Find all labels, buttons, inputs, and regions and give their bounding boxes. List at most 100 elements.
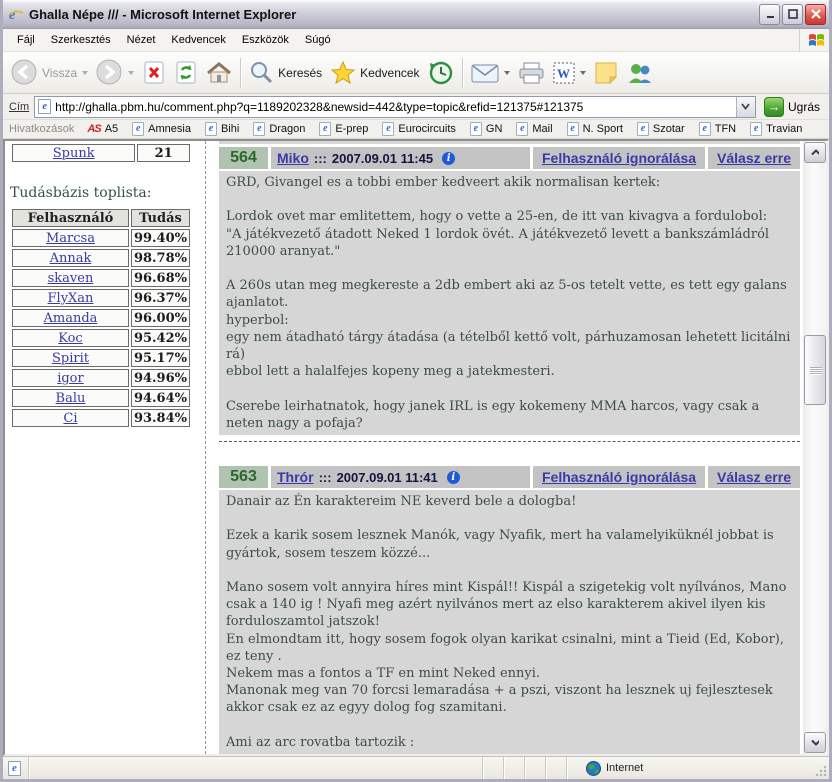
resize-grip[interactable] [814, 764, 828, 778]
back-button[interactable]: Vissza [7, 57, 92, 88]
toplist-table: Felhasználó Tudás Marcsa 99.40% Annak 98… [10, 207, 192, 429]
table-header-row: Felhasználó Tudás [12, 209, 190, 227]
user-link[interactable]: Spirit [52, 351, 89, 366]
info-icon[interactable]: i [442, 152, 455, 165]
link-label: A5 [105, 123, 118, 135]
table-row: FlyXan 96.37% [12, 289, 190, 307]
forward-icon [96, 59, 123, 86]
link-favicon-icon: e [382, 122, 394, 136]
favorites-button[interactable]: Kedvencek [326, 58, 423, 87]
link-label: Bihi [221, 123, 239, 135]
user-link[interactable]: Annak [50, 251, 92, 266]
close-button[interactable] [805, 4, 826, 25]
scroll-up-button[interactable] [804, 142, 826, 163]
mail-button[interactable] [467, 60, 514, 86]
menu-item[interactable]: Eszközök [234, 31, 297, 49]
address-url[interactable]: http://ghalla.pbm.hu/comment.php?q=11892… [51, 100, 736, 114]
link-favicon-icon: e [699, 122, 711, 136]
search-icon [249, 60, 274, 85]
links-bar-item[interactable]: e Szotar [637, 122, 685, 136]
home-button[interactable] [202, 59, 236, 87]
discuss-button[interactable] [590, 59, 622, 87]
address-input[interactable]: e http://ghalla.pbm.hu/comment.php?q=118… [34, 96, 756, 118]
links-bar-item[interactable]: e Dragon [253, 122, 305, 136]
refresh-button[interactable] [170, 58, 202, 87]
menu-item[interactable]: Fájl [9, 31, 43, 49]
links-bar-item[interactable]: e Bihi [205, 122, 239, 136]
user-link[interactable]: skaven [48, 271, 94, 286]
links-bar-item[interactable]: e Amnesia [132, 122, 191, 136]
status-pane [546, 757, 567, 779]
edit-dropdown-icon[interactable] [580, 71, 586, 75]
vertical-scrollbar[interactable] [803, 141, 827, 754]
status-pane [504, 757, 525, 779]
table-row: Koc 95.42% [12, 329, 190, 347]
links-bar: Hivatkozások AS A5 e Amnesia e Bihi [3, 120, 829, 139]
maximize-button[interactable] [782, 4, 803, 25]
reply-link[interactable]: Válasz erre [717, 150, 791, 166]
author-link[interactable]: Miko [277, 150, 309, 166]
title-bar: e Ghalla Népe /// - Microsoft Internet E… [0, 0, 832, 29]
address-dropdown-button[interactable] [736, 97, 755, 117]
info-icon[interactable]: i [447, 471, 460, 484]
links-bar-item[interactable]: e GN [470, 122, 503, 136]
print-button[interactable] [514, 59, 549, 87]
forward-button[interactable] [92, 57, 138, 88]
previous-post-clipped [219, 141, 800, 144]
links-bar-item[interactable]: e Travian [750, 122, 802, 136]
stop-button[interactable] [138, 58, 170, 87]
scrollbar-thumb[interactable] [804, 335, 826, 405]
ignore-user-link[interactable]: Felhasználó ignorálása [542, 150, 696, 166]
reply-cell: Válasz erre [708, 466, 800, 488]
link-favicon-icon: e [516, 122, 528, 136]
menu-item[interactable]: Nézet [119, 31, 164, 49]
menu-bar: FájlSzerkesztésNézetKedvencekEszközökSúg… [3, 29, 829, 52]
scrollbar-grip [810, 367, 822, 375]
link-favicon-icon: e [319, 122, 331, 136]
stop-icon [142, 60, 166, 85]
reply-link[interactable]: Válasz erre [717, 469, 791, 485]
edit-button[interactable]: W [549, 60, 590, 86]
post-number: 564 [219, 147, 268, 169]
search-button[interactable]: Keresés [245, 58, 326, 87]
user-link[interactable]: Balu [56, 391, 86, 406]
user-link[interactable]: Amanda [44, 311, 98, 326]
window-title: Ghalla Népe /// - Microsoft Internet Exp… [24, 7, 757, 22]
author-link[interactable]: Thrór [277, 469, 314, 485]
globe-icon [586, 761, 601, 776]
user-link[interactable]: Koc [58, 331, 82, 346]
links-bar-item[interactable]: e Eurocircuits [382, 122, 455, 136]
post-header: 563 Thrór ::: 2007.09.01 11:41 i Felhasz… [219, 466, 800, 488]
links-bar-item[interactable]: e Mail [516, 122, 552, 136]
user-link[interactable]: Ci [63, 411, 77, 426]
menu-item[interactable]: Súgó [297, 31, 339, 49]
history-button[interactable] [424, 58, 458, 88]
ignore-user-cell: Felhasználó ignorálása [533, 147, 705, 169]
minimize-button[interactable] [759, 4, 780, 25]
ignore-user-link[interactable]: Felhasználó ignorálása [542, 469, 696, 485]
messenger-button[interactable] [622, 59, 658, 87]
post-body: GRD, Givangel es a tobbi ember kedveert … [219, 171, 800, 435]
links-bar-item[interactable]: AS A5 [87, 123, 118, 135]
table-row: Spunk 21 [12, 144, 190, 162]
browser-window: e Ghalla Népe /// - Microsoft Internet E… [0, 0, 832, 782]
go-button[interactable]: → Ugrás [761, 96, 823, 118]
user-link[interactable]: FlyXan [48, 291, 94, 306]
user-link[interactable]: Marcsa [46, 231, 95, 246]
back-dropdown-icon[interactable] [82, 71, 88, 75]
link-favicon-icon: e [253, 122, 265, 136]
user-link[interactable]: Spunk [53, 146, 95, 161]
mail-dropdown-icon[interactable] [504, 71, 510, 75]
links-bar-item[interactable]: e E-prep [319, 122, 368, 136]
link-label: Dragon [269, 123, 305, 135]
forward-dropdown-icon[interactable] [128, 71, 134, 75]
status-page-pane: e [3, 757, 29, 779]
user-link[interactable]: igor [57, 371, 84, 386]
print-icon [518, 61, 545, 85]
links-bar-item[interactable]: e TFN [699, 122, 736, 136]
menu-item[interactable]: Szerkesztés [43, 31, 119, 49]
scroll-down-button[interactable] [804, 732, 826, 753]
menu-item[interactable]: Kedvencek [163, 31, 233, 49]
toolbar-separator [462, 58, 463, 88]
links-bar-item[interactable]: e N. Sport [567, 122, 623, 136]
